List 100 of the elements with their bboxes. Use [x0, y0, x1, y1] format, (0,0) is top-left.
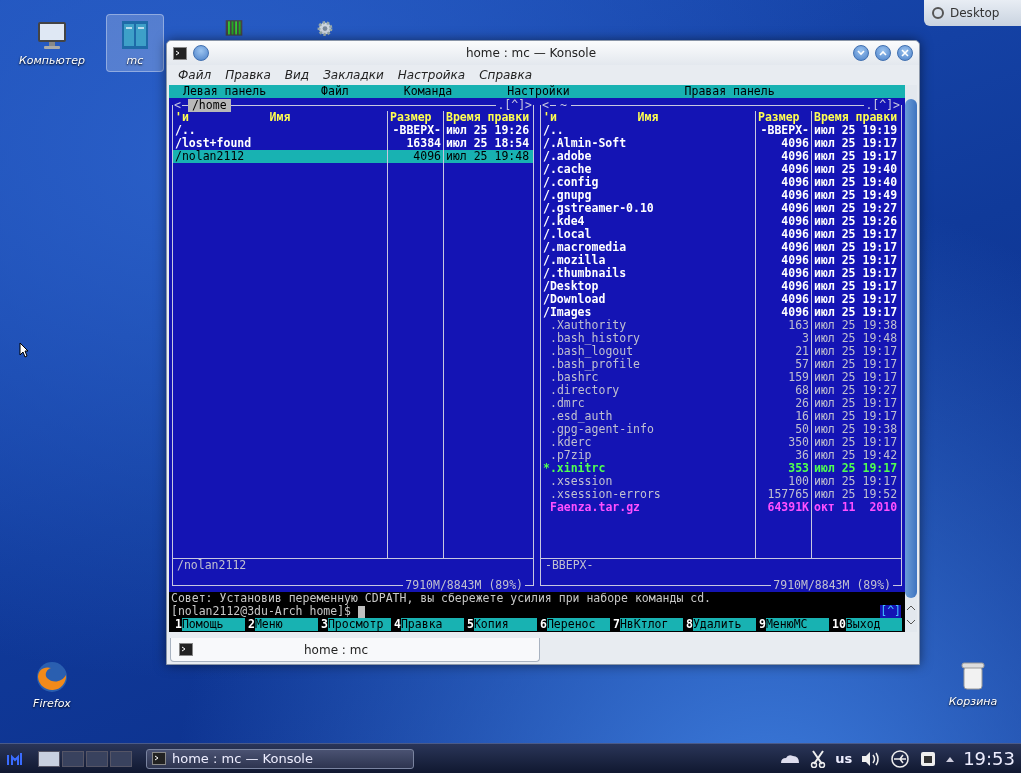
menu-item[interactable]: Настройки	[507, 85, 570, 98]
column-header[interactable]: Время правки	[814, 111, 898, 124]
scissors-icon[interactable]	[810, 749, 827, 768]
desktop-icon[interactable]: mc	[106, 14, 164, 72]
panel-history-mark[interactable]: <	[173, 99, 182, 112]
file-size: 4096	[780, 306, 810, 319]
volume-icon[interactable]	[861, 750, 882, 767]
file-name[interactable]: .bash_history	[541, 332, 755, 345]
file-name[interactable]: /.mozilla	[541, 254, 755, 267]
file-size: 4096	[780, 228, 810, 241]
file-name[interactable]: /lost+found	[173, 137, 387, 150]
keyboard-layout[interactable]: us	[835, 751, 853, 766]
file-time: июл 25 18:54	[445, 137, 531, 150]
file-name[interactable]: /.adobe	[541, 150, 755, 163]
maximize-button[interactable]	[875, 45, 891, 61]
file-name[interactable]: .bash_logout	[541, 345, 755, 358]
file-size: 163	[787, 319, 810, 332]
file-name[interactable]: *.xinitrc	[541, 462, 755, 475]
file-name[interactable]: /.macromedia	[541, 241, 755, 254]
desktop-widget[interactable]: Desktop	[924, 0, 1021, 26]
menu-item[interactable]: Команда	[403, 85, 453, 98]
file-time: июл 25 19:40	[813, 163, 899, 176]
window-menu-button[interactable]	[193, 45, 209, 61]
close-button[interactable]	[897, 45, 913, 61]
file-name[interactable]: .xsession-errors	[541, 488, 755, 501]
file-name[interactable]: .bashrc	[541, 371, 755, 384]
file-name[interactable]: .xsession	[541, 475, 755, 488]
file-time: июл 25 19:17	[813, 137, 899, 150]
file-name[interactable]: /..	[173, 124, 387, 137]
minimize-button[interactable]	[853, 45, 869, 61]
icon-label: Firefox	[33, 697, 71, 710]
file-name[interactable]: .esd_auth	[541, 410, 755, 423]
cloud-icon[interactable]	[779, 752, 802, 765]
file-name[interactable]: /.cache	[541, 163, 755, 176]
file-time: июл 25 19:27	[813, 384, 899, 397]
sort-indicator[interactable]: 'и	[175, 111, 189, 124]
file-name[interactable]: /.Almin-Soft	[541, 137, 755, 150]
panel-history-mark[interactable]: <	[541, 99, 550, 112]
file-time: июл 25 19:17	[813, 436, 899, 449]
desktop-pager[interactable]	[38, 750, 60, 767]
sort-indicator[interactable]: 'и	[543, 111, 557, 124]
menu-item[interactable]: Левая панель	[183, 85, 267, 98]
desktop-icon[interactable]: Компьютер	[15, 14, 89, 72]
file-name[interactable]: .bash_profile	[541, 358, 755, 371]
clock[interactable]: 19:53	[963, 748, 1015, 769]
menu-item[interactable]: Справка	[472, 68, 540, 82]
terminal-window-icon	[119, 19, 151, 51]
panel-corner-mark[interactable]: .[^]>	[496, 99, 533, 112]
desktop-icon[interactable]: Корзина	[936, 655, 1010, 713]
column-header[interactable]: Имя	[637, 111, 659, 124]
column-header[interactable]: Время правки	[446, 111, 530, 124]
task-button[interactable]: home : mc — Konsole	[146, 748, 414, 769]
column-header[interactable]: Имя	[269, 111, 291, 124]
file-name[interactable]: Faenza.tar.gz	[541, 501, 755, 514]
file-name[interactable]: .dmrc	[541, 397, 755, 410]
file-name[interactable]: /.thumbnails	[541, 267, 755, 280]
file-time: июл 25 19:17	[813, 267, 899, 280]
file-time: июл 25 19:17	[813, 410, 899, 423]
file-time: июл 25 19:17	[813, 254, 899, 267]
file-size: 4096	[780, 163, 810, 176]
file-time: июл 25 19:42	[813, 449, 899, 462]
corner-mark[interactable]: [^]	[880, 605, 901, 618]
file-size: 4096	[780, 241, 810, 254]
menu-item[interactable]: Файл	[321, 85, 349, 98]
menu-item[interactable]: Правка	[218, 68, 278, 82]
file-size: -ВВЕРХ-	[392, 124, 442, 137]
file-name[interactable]: .kderc	[541, 436, 755, 449]
column-header[interactable]: Размер	[758, 111, 800, 124]
file-name[interactable]: /.local	[541, 228, 755, 241]
file-name[interactable]: /nolan2112	[173, 150, 387, 163]
icon-label: mc	[126, 54, 144, 67]
menu-item[interactable]: Вид	[277, 68, 317, 82]
menu-item[interactable]: Настройка	[390, 68, 473, 82]
file-name[interactable]: /.kde4	[541, 215, 755, 228]
file-time: июл 25 19:49	[813, 189, 899, 202]
menu-item[interactable]: Правая панель	[684, 85, 775, 98]
file-name[interactable]: /Desktop	[541, 280, 755, 293]
menu-item[interactable]: Закладки	[316, 68, 391, 82]
icon-label: Компьютер	[19, 54, 85, 67]
file-name[interactable]: /.gnupg	[541, 189, 755, 202]
menu-item[interactable]: Файл	[171, 68, 219, 82]
file-time: июл 25 19:17	[813, 228, 899, 241]
desktop-icon[interactable]: Firefox	[15, 655, 89, 713]
file-name[interactable]: /.config	[541, 176, 755, 189]
file-time: июл 25 19:17	[813, 345, 899, 358]
terminal-icon	[152, 752, 166, 765]
panel-corner-mark[interactable]: .[^]>	[864, 99, 901, 112]
file-name[interactable]: /Images	[541, 306, 755, 319]
trash-icon	[958, 660, 988, 692]
file-time: июл 25 19:17	[813, 475, 899, 488]
file-name[interactable]: /Download	[541, 293, 755, 306]
file-name[interactable]: .gpg-agent-info	[541, 423, 755, 436]
file-name[interactable]: /..	[541, 124, 755, 137]
file-name[interactable]: .p7zip	[541, 449, 755, 462]
file-name[interactable]: .Xauthority	[541, 319, 755, 332]
expand-tray-icon[interactable]	[946, 755, 955, 762]
column-header[interactable]: Размер	[390, 111, 432, 124]
file-name[interactable]: /.gstreamer-0.10	[541, 202, 755, 215]
file-name[interactable]: .directory	[541, 384, 755, 397]
terminal-tab[interactable]: home : mc	[170, 638, 540, 662]
